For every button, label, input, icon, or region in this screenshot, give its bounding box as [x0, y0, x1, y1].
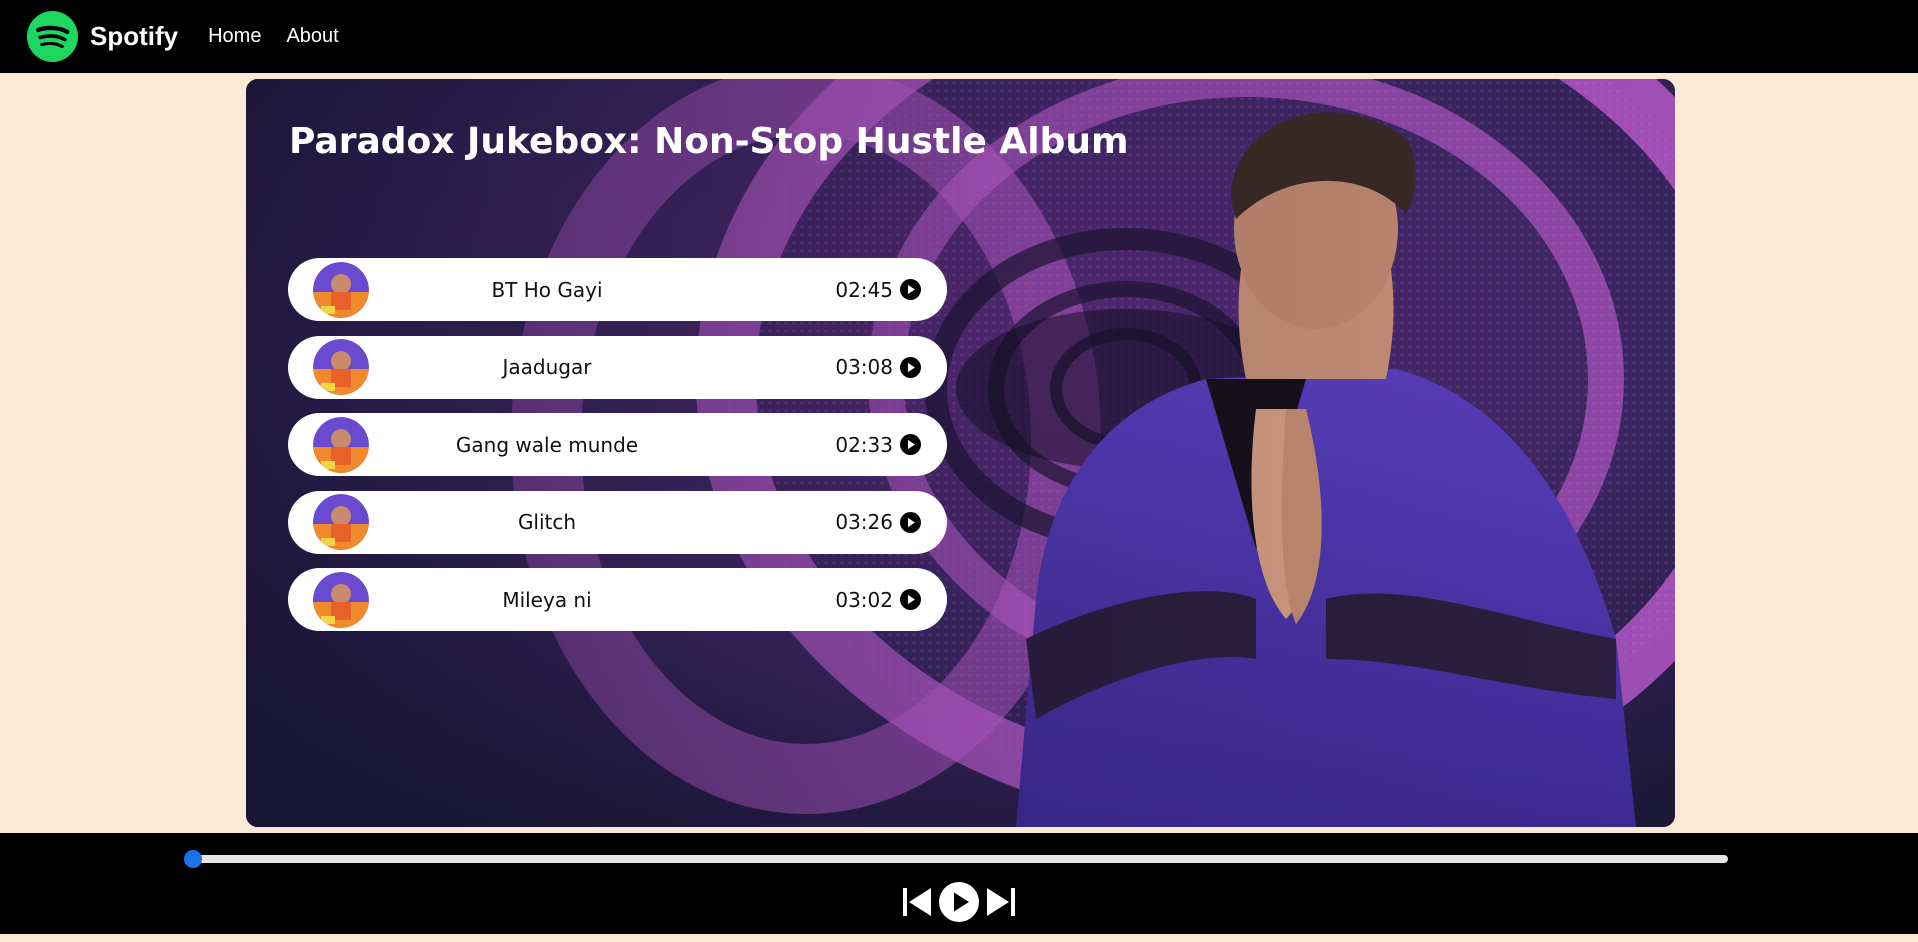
album-cover-thumbnail — [313, 416, 369, 473]
nav-home-link[interactable]: Home — [208, 25, 261, 48]
progress-slider[interactable] — [184, 850, 1728, 868]
spotify-logo-icon — [27, 11, 78, 62]
play-circle-icon[interactable] — [900, 589, 921, 610]
song-duration: 03:26 — [835, 510, 893, 534]
album-cover-thumbnail — [313, 261, 369, 318]
play-circle-icon[interactable] — [900, 511, 921, 533]
play-circle-icon[interactable] — [900, 356, 921, 378]
playback-controls — [0, 880, 1918, 924]
album-title: Paradox Jukebox: Non-Stop Hustle Album — [289, 121, 1129, 162]
song-title: Gang wale munde — [455, 432, 639, 457]
song-duration: 03:02 — [835, 587, 893, 612]
song-meta: 02:45 — [835, 278, 921, 302]
album-cover-thumbnail — [313, 339, 369, 395]
brand[interactable]: Spotify — [27, 11, 178, 62]
brand-name: Spotify — [90, 21, 179, 51]
song-title: Glitch — [517, 510, 577, 534]
play-circle-icon[interactable] — [900, 434, 921, 455]
top-navbar: Spotify Home About — [0, 0, 1918, 73]
player-bar — [0, 833, 1918, 934]
song-row[interactable]: BT Ho Gayi 02:45 — [288, 258, 947, 321]
song-row[interactable]: Mileya ni 03:02 — [288, 568, 947, 631]
nav-about-link[interactable]: About — [286, 25, 338, 48]
progress-thumb[interactable] — [184, 850, 202, 868]
song-title: Mileya ni — [502, 587, 592, 612]
album-hero-card: Paradox Jukebox: Non-Stop Hustle Album B… — [246, 79, 1675, 827]
song-title: Jaadugar — [502, 355, 592, 379]
song-meta: 03:02 — [835, 588, 921, 612]
song-title: BT Ho Gayi — [491, 277, 603, 302]
song-meta: 02:33 — [835, 433, 921, 457]
page-bottom-strip — [0, 934, 1918, 942]
song-duration: 02:33 — [835, 432, 893, 457]
album-cover-thumbnail — [313, 494, 369, 550]
song-duration: 02:45 — [835, 277, 893, 302]
song-duration: 03:08 — [835, 355, 893, 379]
album-cover-thumbnail — [313, 571, 369, 628]
song-meta: 03:08 — [835, 355, 921, 379]
song-row[interactable]: Jaadugar 03:08 — [288, 335, 947, 399]
song-row[interactable]: Gang wale munde 02:33 — [288, 413, 947, 476]
song-row[interactable]: Glitch 03:26 — [288, 490, 947, 554]
play-icon[interactable] — [939, 882, 979, 922]
song-meta: 03:26 — [835, 510, 921, 534]
next-track-icon[interactable] — [987, 886, 1015, 918]
previous-track-icon[interactable] — [903, 886, 931, 918]
song-list: BT Ho Gayi 02:45 Jaadugar 03:08 Gang wal… — [288, 258, 947, 646]
play-circle-icon[interactable] — [900, 279, 921, 300]
